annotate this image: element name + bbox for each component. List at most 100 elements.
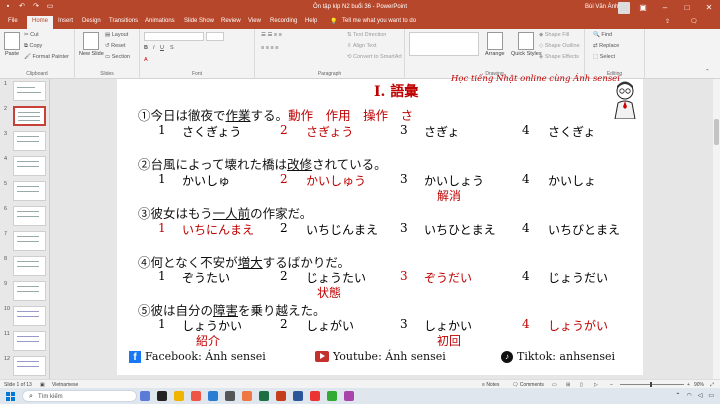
restore-icon[interactable]: □: [676, 0, 698, 16]
copy-button[interactable]: ⧉ Copy: [24, 43, 42, 50]
slide-footer: f Facebook: Ánh sensei Youtube: Ánh sens…: [117, 349, 643, 371]
volume-icon[interactable]: ◁: [698, 392, 703, 399]
arrange-button[interactable]: Arrange: [485, 32, 505, 57]
vertical-scrollbar[interactable]: [713, 79, 720, 379]
task-view-icon[interactable]: [140, 391, 150, 401]
font-size-box[interactable]: [206, 32, 224, 41]
bullets-icon[interactable]: ☰ ☰ ≡ ≡: [261, 32, 282, 38]
slide-thumbnail[interactable]: 5: [4, 181, 46, 203]
ribbon-display-icon[interactable]: ▣: [632, 0, 654, 16]
target-word: 増大: [237, 255, 263, 270]
ribbon-tabs: File Home Insert Design Transitions Anim…: [0, 16, 720, 29]
tab-design[interactable]: Design: [82, 18, 101, 24]
reset-button[interactable]: ↺ Reset: [105, 43, 126, 49]
bold-icon[interactable]: B: [144, 45, 148, 51]
tab-slide-show[interactable]: Slide Show: [184, 18, 214, 24]
tiktok-icon: ♪: [501, 350, 513, 363]
chevron-up-icon[interactable]: ⌃: [675, 392, 680, 399]
slide-thumbnail[interactable]: 10: [4, 306, 46, 328]
arrange-icon: [486, 32, 503, 50]
slide-thumbnail[interactable]: 12: [4, 356, 46, 378]
tab-transitions[interactable]: Transitions: [109, 18, 138, 24]
related-words: 動作 作用 操作 さ: [288, 108, 414, 123]
excel-icon[interactable]: [259, 391, 269, 401]
shapes-gallery[interactable]: [409, 32, 479, 56]
slide-thumbnail-selected[interactable]: 2: [4, 106, 46, 128]
slide-thumbnail[interactable]: 8: [4, 256, 46, 278]
windows-start-icon[interactable]: [6, 392, 15, 401]
format-painter-button[interactable]: 🖌 Format Painter: [24, 54, 69, 60]
comments-icon[interactable]: 🗨: [690, 18, 698, 25]
app-icon[interactable]: [327, 391, 337, 401]
edge-icon[interactable]: [208, 391, 218, 401]
kanji-note: 初回: [437, 334, 462, 348]
slide-thumbnail[interactable]: 7: [4, 231, 46, 253]
zoom-slider[interactable]: [620, 384, 684, 385]
paste-button[interactable]: Paste: [4, 32, 20, 57]
scroll-thumb[interactable]: [714, 119, 719, 145]
battery-icon[interactable]: ▭: [708, 392, 714, 399]
tab-recording[interactable]: Recording: [270, 18, 297, 24]
slide-thumbnail[interactable]: 1: [4, 81, 46, 103]
file-explorer-icon[interactable]: [174, 391, 184, 401]
font-color-icon[interactable]: A: [144, 57, 148, 63]
close-icon[interactable]: ✕: [698, 0, 720, 16]
select-button[interactable]: ⬚ Select: [593, 54, 615, 60]
slide-thumbnail[interactable]: 4: [4, 156, 46, 178]
cut-button[interactable]: ✂ Cut: [24, 32, 39, 38]
tab-animations[interactable]: Animations: [145, 18, 175, 24]
facebook-contact: f Facebook: Ánh sensei: [129, 350, 266, 363]
italic-icon[interactable]: I: [153, 45, 155, 51]
slide-thumbnail[interactable]: 9: [4, 281, 46, 303]
chrome-icon[interactable]: [191, 391, 201, 401]
section-button[interactable]: ▭ Section: [105, 54, 130, 60]
tab-view[interactable]: View: [248, 18, 261, 24]
taskbar-search[interactable]: ⌕ Tìm kiếm: [22, 390, 137, 402]
slide-thumbnail[interactable]: 6: [4, 206, 46, 228]
slide[interactable]: I. 語彙 Học tiếng Nhật online cùng Ánh sen…: [117, 74, 643, 375]
minimize-icon[interactable]: –: [654, 0, 676, 16]
kanji-note: 解消: [437, 189, 462, 203]
shadow-icon[interactable]: S: [170, 45, 174, 51]
slide-thumbnail[interactable]: 11: [4, 331, 46, 353]
app-icon[interactable]: [242, 391, 252, 401]
layout-button[interactable]: ▤ Layout: [105, 32, 128, 38]
user-name[interactable]: Bùi Văn Ánh: [585, 4, 618, 10]
collapse-ribbon-icon[interactable]: ⌃: [705, 69, 710, 75]
slide-thumbnail[interactable]: 3: [4, 131, 46, 153]
quick-styles-button[interactable]: Quick Styles: [511, 32, 542, 57]
find-button[interactable]: 🔍 Find: [593, 32, 612, 38]
align-text-button[interactable]: ⇳ Align Text: [347, 43, 377, 49]
shape-fill-button[interactable]: ◆ Shape Fill: [539, 32, 569, 38]
app-icon[interactable]: [157, 391, 167, 401]
share-icon[interactable]: ⇪: [665, 18, 670, 25]
shape-outline-button[interactable]: ◇ Shape Outline: [539, 43, 580, 49]
tab-insert[interactable]: Insert: [58, 18, 73, 24]
replace-button[interactable]: ⇄ Replace: [593, 43, 619, 49]
word-icon[interactable]: [293, 391, 303, 401]
text-direction-button[interactable]: ⇅ Text Direction: [347, 32, 386, 38]
tab-file[interactable]: File: [8, 18, 18, 24]
underline-icon[interactable]: U: [160, 45, 164, 51]
font-name-box[interactable]: [144, 32, 204, 41]
target-word: 一人前: [212, 206, 251, 221]
shape-effects-button[interactable]: ◈ Shape Effects: [539, 54, 579, 60]
new-slide-button[interactable]: New Slide: [79, 32, 104, 57]
option: さくぎょう: [182, 125, 242, 139]
tab-home[interactable]: Home: [27, 16, 54, 29]
zoom-slider-handle[interactable]: [650, 382, 652, 387]
window-controls: ▣ – □ ✕: [632, 0, 720, 16]
wifi-icon[interactable]: ◠: [686, 392, 691, 399]
tell-me-box[interactable]: Tell me what you want to do: [342, 18, 416, 24]
convert-smartart-button[interactable]: ⟲ Convert to SmartArt: [347, 54, 402, 60]
app-icon[interactable]: [310, 391, 320, 401]
powerpoint-icon[interactable]: [276, 391, 286, 401]
tab-review[interactable]: Review: [221, 18, 241, 24]
question-3: ③彼女はもう一人前の作家だ。: [138, 206, 313, 221]
user-avatar[interactable]: [618, 2, 630, 14]
align-icons[interactable]: ≡ ≡ ≡ ≡: [261, 45, 278, 51]
youtube-contact: Youtube: Ánh sensei: [315, 350, 446, 363]
tab-help[interactable]: Help: [305, 18, 317, 24]
app-icon[interactable]: [344, 391, 354, 401]
app-icon[interactable]: [225, 391, 235, 401]
